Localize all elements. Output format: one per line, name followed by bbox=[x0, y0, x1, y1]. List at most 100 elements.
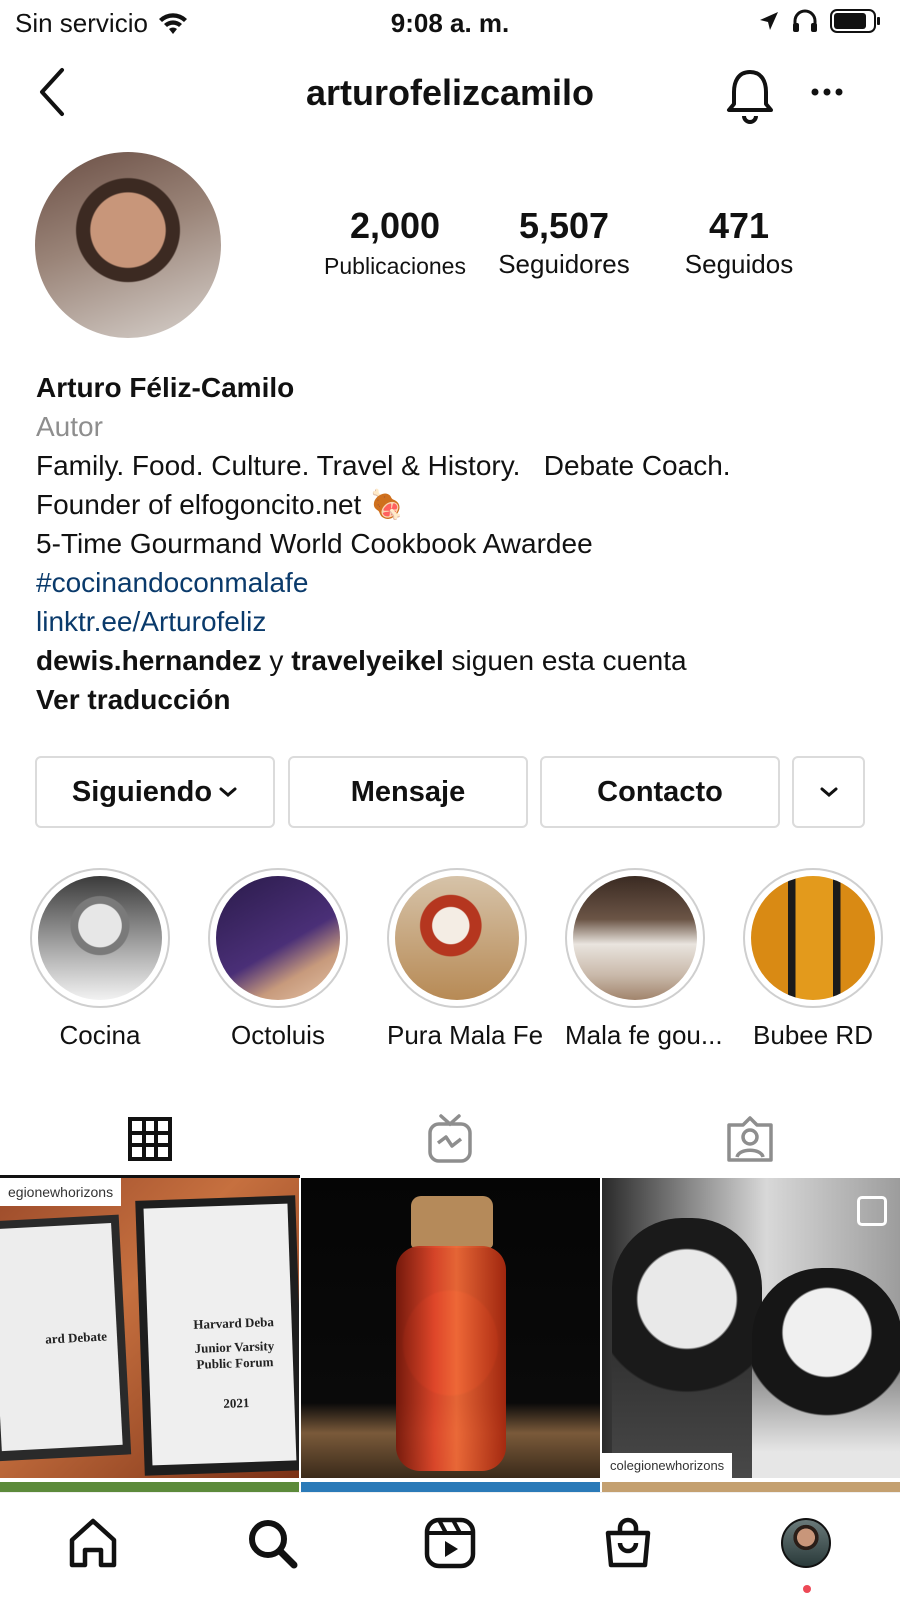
profile-avatar-small bbox=[781, 1518, 831, 1568]
headphones-icon bbox=[793, 9, 817, 32]
jar-body bbox=[396, 1246, 506, 1471]
shop-icon bbox=[605, 1517, 651, 1568]
tab-search[interactable] bbox=[242, 1513, 302, 1573]
following-button[interactable]: Siguiendo bbox=[35, 756, 275, 828]
bio-line-1: Family. Food. Culture. Travel & History.… bbox=[36, 450, 731, 481]
highlight-cover-image bbox=[216, 876, 340, 1000]
highlight-ring bbox=[208, 868, 348, 1008]
posts-grid: ard Debate Harvard Deba Junior Varsity P… bbox=[0, 1178, 900, 1496]
notification-dot bbox=[803, 1585, 811, 1593]
tab-tagged[interactable] bbox=[600, 1100, 900, 1178]
reels-icon bbox=[424, 1517, 476, 1569]
highlight-cover-image bbox=[38, 876, 162, 1000]
tab-shop[interactable] bbox=[598, 1513, 658, 1573]
tagged-icon bbox=[727, 1116, 773, 1162]
message-button[interactable]: Mensaje bbox=[288, 756, 528, 828]
stat-followers[interactable]: 5,507 Seguidores bbox=[484, 205, 644, 280]
bio-line-2: Founder of elfogoncito.net 🍖 bbox=[36, 489, 404, 520]
plaque-left-text: ard Debate bbox=[44, 1328, 108, 1347]
highlight-label: Bubee RD bbox=[753, 1020, 873, 1050]
battery-icon bbox=[830, 9, 880, 33]
bell-icon bbox=[727, 70, 773, 124]
more-options-button[interactable] bbox=[810, 84, 844, 102]
post-watermark: colegionewhorizons bbox=[602, 1453, 733, 1478]
chevron-down-icon bbox=[820, 787, 837, 797]
profile-full-name: Arturo Féliz-Camilo bbox=[36, 372, 295, 403]
followed-by-suffix: siguen esta cuenta bbox=[451, 645, 687, 676]
person-right bbox=[752, 1268, 900, 1478]
highlight-ring bbox=[387, 868, 527, 1008]
highlight-cover-image bbox=[395, 876, 519, 1000]
search-icon bbox=[249, 1520, 298, 1569]
profile-header: arturofelizcamilo bbox=[0, 60, 900, 124]
status-bar: Sin servicio 9:08 a. m. bbox=[0, 0, 900, 46]
highlight-pura-mala-fe[interactable]: Pura Mala Fe bbox=[387, 868, 544, 1051]
highlight-mala-fe-gourmet[interactable]: Mala fe gou... bbox=[565, 868, 723, 1051]
profile-bio: Arturo Féliz-Camilo Autor Family. Food. … bbox=[36, 368, 876, 719]
person-left bbox=[612, 1218, 762, 1478]
bottom-tab-bar bbox=[0, 1492, 900, 1600]
followed-by: dewis.hernandez y travelyeikel siguen es… bbox=[36, 641, 876, 680]
plaque-right-year: 2021 bbox=[223, 1395, 250, 1411]
chevron-down-icon bbox=[219, 787, 237, 797]
jar-lid bbox=[411, 1196, 493, 1248]
highlight-label: Octoluis bbox=[231, 1020, 325, 1050]
notifications-button[interactable] bbox=[724, 64, 776, 129]
stat-posts-label: Publicaciones bbox=[324, 253, 466, 279]
post-thumbnail[interactable]: ard Debate Harvard Deba Junior Varsity P… bbox=[0, 1178, 299, 1478]
message-label: Mensaje bbox=[350, 775, 466, 808]
more-icon bbox=[811, 88, 843, 96]
stat-posts-value: 2,000 bbox=[349, 205, 441, 246]
follower-link-1[interactable]: dewis.hernandez bbox=[36, 645, 262, 676]
suggested-accounts-button[interactable] bbox=[792, 756, 865, 828]
follower-link-2[interactable]: travelyeikel bbox=[291, 645, 444, 676]
plaque-right: Harvard Deba Junior Varsity Public Forum… bbox=[135, 1195, 299, 1476]
highlight-label: Pura Mala Fe bbox=[387, 1020, 544, 1050]
tab-igtv[interactable] bbox=[300, 1100, 600, 1178]
plaque-right-title: Harvard Deba bbox=[193, 1314, 275, 1332]
stat-following-value: 471 bbox=[708, 205, 770, 246]
highlight-label: Mala fe gou... bbox=[565, 1020, 723, 1050]
post-thumbnail[interactable]: colegionewhorizons bbox=[602, 1178, 900, 1478]
tab-profile[interactable] bbox=[776, 1513, 836, 1573]
tab-posts-grid[interactable] bbox=[0, 1100, 300, 1178]
bio-line-3: 5-Time Gourmand World Cookbook Awardee bbox=[36, 528, 593, 559]
stat-followers-value: 5,507 bbox=[518, 205, 610, 246]
tab-reels[interactable] bbox=[420, 1513, 480, 1573]
highlight-cocina[interactable]: Cocina bbox=[30, 868, 170, 1051]
highlight-ring bbox=[743, 868, 883, 1008]
following-label: Siguiendo bbox=[71, 775, 213, 808]
highlight-octoluis[interactable]: Octoluis bbox=[208, 868, 348, 1051]
highlight-cover-image bbox=[751, 876, 875, 1000]
highlight-label: Cocina bbox=[59, 1020, 141, 1050]
post-watermark: egionewhorizons bbox=[0, 1178, 122, 1206]
stat-following[interactable]: 471 Seguidos bbox=[664, 205, 814, 280]
tab-home[interactable] bbox=[63, 1513, 123, 1573]
grid-icon bbox=[128, 1117, 172, 1161]
multiple-photos-icon bbox=[857, 1196, 887, 1226]
highlight-ring bbox=[565, 868, 705, 1008]
location-arrow-icon bbox=[760, 12, 778, 30]
profile-category: Autor bbox=[36, 411, 103, 442]
plaque-left-face: ard Debate bbox=[0, 1223, 123, 1452]
bio-website-link[interactable]: linktr.ee/Arturofeliz bbox=[36, 602, 876, 641]
post-thumbnail[interactable] bbox=[301, 1178, 600, 1478]
home-icon bbox=[69, 1518, 117, 1568]
highlight-cover-image bbox=[573, 876, 697, 1000]
plaque-right-face: Harvard Deba Junior Varsity Public Forum… bbox=[143, 1203, 297, 1466]
see-translation-link[interactable]: Ver traducción bbox=[36, 680, 876, 719]
stat-followers-label: Seguidores bbox=[498, 249, 630, 279]
plaque-left: ard Debate bbox=[0, 1214, 132, 1462]
status-right bbox=[758, 8, 882, 34]
stat-posts[interactable]: 2,000 Publicaciones bbox=[310, 205, 480, 280]
highlight-bubee-rd[interactable]: Bubee RD bbox=[743, 868, 883, 1051]
profile-content-tabs bbox=[0, 1100, 900, 1178]
contact-label: Contacto bbox=[597, 775, 723, 808]
highlight-ring bbox=[30, 868, 170, 1008]
followed-by-joiner: y bbox=[269, 645, 284, 676]
contact-button[interactable]: Contacto bbox=[540, 756, 780, 828]
bio-hashtag-link[interactable]: #cocinandoconmalafe bbox=[36, 563, 876, 602]
profile-avatar[interactable] bbox=[35, 152, 221, 338]
stat-following-label: Seguidos bbox=[684, 249, 794, 279]
igtv-icon bbox=[428, 1114, 472, 1163]
